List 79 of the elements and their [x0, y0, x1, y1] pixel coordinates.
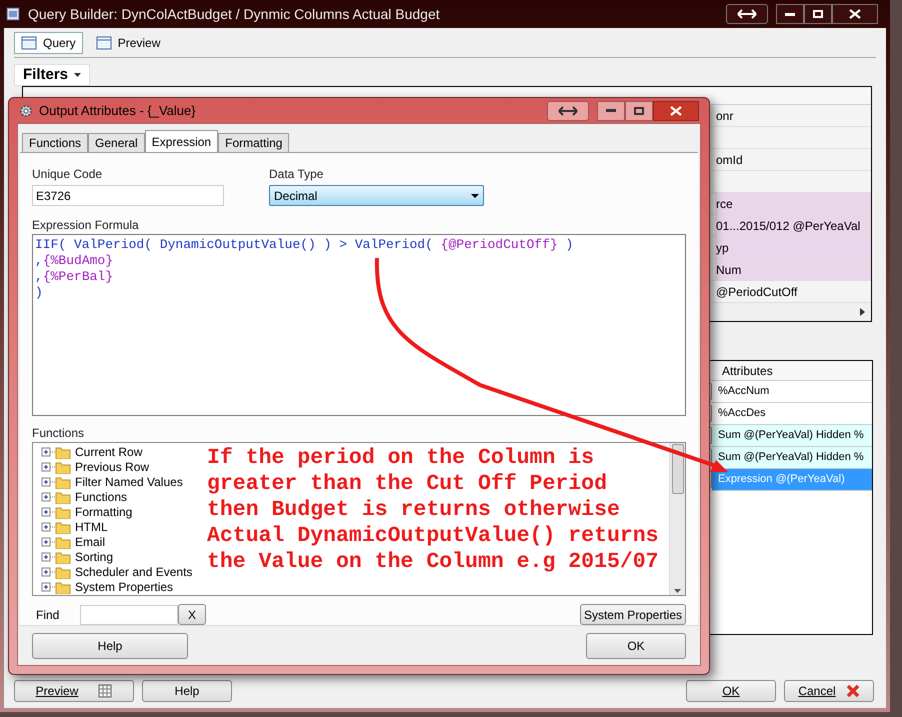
resize-icon[interactable]	[547, 100, 589, 120]
ok-button[interactable]: OK	[586, 632, 686, 658]
tree-item[interactable]: Formatting	[75, 504, 132, 518]
window-icon	[6, 7, 20, 21]
folder-icon	[41, 490, 71, 504]
folder-icon	[41, 534, 71, 548]
find-field[interactable]	[80, 604, 178, 624]
system-properties-button[interactable]: System Properties	[580, 604, 686, 625]
tab[interactable]: Preview	[88, 32, 168, 54]
table-cell: Num	[715, 259, 871, 280]
formula-editor[interactable]: IIF( ValPeriod( DynamicOutputValue() ) > ValPeriod( {@PeriodCutOff} ) ,{%BudAmo} ,{%PerBal} )	[32, 234, 686, 416]
folder-icon	[41, 460, 71, 474]
table-cell: yp	[715, 237, 871, 258]
grid-icon	[98, 684, 112, 698]
code-line: ,{%PerBal}	[35, 269, 114, 285]
gear-icon	[19, 104, 33, 118]
folder-icon	[41, 504, 71, 518]
help-button[interactable]: Help	[32, 632, 188, 658]
maximize-icon[interactable]	[804, 4, 832, 24]
table-cell: rce	[715, 193, 871, 214]
tree-item[interactable]: Email	[75, 534, 106, 548]
code-line: IIF( ValPeriod( DynamicOutputValue() ) > ValPeriod( {@PeriodCutOff} )	[35, 237, 574, 253]
code-line: )	[35, 285, 44, 301]
tree-item[interactable]: Functions	[75, 490, 128, 504]
table-cell: omId	[715, 149, 871, 170]
tree-item[interactable]: Current Row	[75, 444, 142, 458]
tree-item[interactable]: Previous Row	[75, 460, 150, 474]
minimize-icon[interactable]	[597, 100, 625, 120]
scrollbar-thumb[interactable]	[672, 444, 684, 494]
dialog-title: Output Attributes - {_Value}	[39, 102, 196, 120]
table-cell[interactable]: Sum @(PerYeaVal) Hidden %	[712, 425, 872, 446]
tree-item[interactable]: Filter Named Values	[75, 474, 183, 488]
tab[interactable]: Query	[14, 32, 83, 54]
unique-code-field[interactable]: E3726	[32, 185, 224, 206]
tree-item[interactable]: Scheduler and Events	[75, 564, 192, 578]
tree-item[interactable]: HTML	[75, 520, 108, 534]
minimize-icon[interactable]	[776, 4, 804, 24]
caret-icon	[74, 73, 82, 77]
tab[interactable]: Expression	[144, 130, 218, 152]
resize-icon[interactable]	[726, 4, 768, 24]
column-header: Attributes	[722, 362, 773, 380]
find-label: Find	[35, 606, 60, 624]
code-line: ,{%BudAmo}	[35, 253, 114, 269]
data-type-dropdown[interactable]: Decimal	[269, 185, 484, 206]
preview-button[interactable]: Preview	[14, 680, 134, 702]
close-icon	[846, 684, 860, 698]
tab[interactable]: Functions	[22, 133, 88, 152]
field-label: Functions	[32, 425, 86, 442]
folder-icon	[41, 580, 71, 594]
table-cell: 01...2015/012 @PerYeaVal	[715, 215, 871, 236]
window-title: Query Builder: DynColActBudget / Dynmic Columns Actual Budget	[28, 4, 440, 24]
field-label: Data Type	[269, 166, 324, 183]
folder-icon	[41, 520, 71, 534]
cancel-button[interactable]: Cancel	[784, 680, 874, 702]
clear-button[interactable]: X	[178, 604, 206, 625]
help-button[interactable]: Help	[142, 680, 232, 702]
tab[interactable]: Formatting	[218, 133, 290, 152]
folder-icon	[41, 444, 71, 458]
close-icon[interactable]	[653, 100, 699, 120]
folder-icon	[41, 550, 71, 564]
scroll-right-icon	[860, 308, 865, 316]
annotation-text: If the period on the Column is greater than the Cut Off Period then Budget is returns otherwise Actual DynamicOutputValue() returns the Value on the Column e.g 2015/07	[206, 445, 659, 576]
table-cell[interactable]: Sum @(PerYeaVal) Hidden %	[712, 447, 872, 468]
scroll-down-icon[interactable]	[674, 589, 681, 593]
ok-button[interactable]: OK	[686, 680, 776, 702]
table-cell: @PeriodCutOff	[715, 281, 871, 302]
tree-item[interactable]: System Properties	[75, 580, 174, 594]
filters-button[interactable]: Filters	[14, 64, 90, 86]
folder-icon	[41, 474, 71, 488]
maximize-icon[interactable]	[625, 100, 653, 120]
table-cell: onr	[715, 105, 871, 126]
close-icon[interactable]	[832, 4, 878, 24]
field-label: Expression Formula	[32, 217, 140, 234]
tab[interactable]: General	[88, 133, 145, 152]
field-label: Unique Code	[32, 166, 104, 183]
window-icon	[21, 36, 37, 50]
grid-icon	[96, 36, 112, 50]
tree-item[interactable]: Sorting	[75, 550, 114, 564]
folder-icon	[41, 564, 71, 578]
